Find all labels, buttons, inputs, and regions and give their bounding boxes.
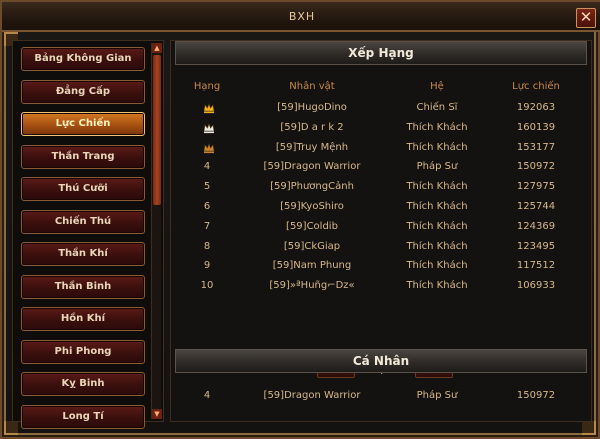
rank-cell: 6 [203,201,211,212]
table-row[interactable]: 5 [59]PhươngCảnh Thích Khách 127975 [177,178,585,197]
table-row[interactable]: 8 [59]CkGiap Thích Khách 123495 [177,238,585,257]
rank-cell: 4 [203,161,211,173]
power-cell: 117512 [516,260,556,272]
power-cell: 125744 [516,201,556,212]
name-cell: [59]Truy Mệnh [275,141,349,153]
name-cell: [59]Dragon Warrior [263,161,361,173]
column-header-name: Nhân vật [289,81,335,92]
frame-corner-bottom-right [582,421,596,435]
power-cell: 106933 [516,280,556,292]
personal-rank: 4 [203,390,211,401]
ranking-window: BXH ✕ Bảng Không Gian Đẳng Cấp Lực Chiến Th… [0,0,600,439]
title-bar[interactable]: BXH ✕ [2,2,600,32]
table-row[interactable]: 7 [59]Coldib Thích Khách 124369 [177,218,585,237]
class-cell: Thích Khách [406,141,468,153]
class-cell: Thích Khách [406,201,468,212]
power-cell: 150972 [516,161,556,173]
sidebar-item-8[interactable]: Hồn Khí [21,307,145,331]
sidebar-item-4[interactable]: Thú Cưỡi [21,177,145,201]
personal-power: 150972 [516,390,556,401]
rank-cell: 5 [203,181,211,193]
power-cell: 153177 [516,141,556,153]
personal-rank-row: 4 [59]Dragon Warrior Pháp Sư 150972 [177,387,585,406]
personal-name: [59]Dragon Warrior [263,390,361,401]
name-cell: [59]»ªHuñg⌐Dz« [269,280,355,292]
power-cell: 192063 [516,102,556,113]
sidebar-scrollbar[interactable]: ▲ ▼ [151,43,162,419]
sidebar-item-10[interactable]: Kỵ Binh [21,372,145,396]
name-cell: [59]Coldib [286,220,338,232]
personal-section-title: Cá Nhân [175,349,587,373]
sidebar-item-9[interactable]: Phi Phong [21,339,145,364]
scroll-down-arrow-icon[interactable]: ▼ [152,409,162,419]
window-title: BXH [288,10,316,23]
ranking-section-title: Xếp Hạng [175,41,587,65]
rank-cell: 7 [203,220,211,232]
power-cell: 124369 [516,220,556,232]
category-sidebar: Bảng Không Gian Đẳng Cấp Lực Chiến Thần Tra… [12,40,164,429]
table-row[interactable]: 6 [59]KyoShiro Thích Khách 125744 [177,198,585,217]
sidebar-item-6[interactable]: Thần Khí [21,242,145,266]
class-cell: Thích Khách [406,260,468,272]
sidebar-item-2[interactable]: Lực Chiến [21,112,145,136]
power-cell: 160139 [516,121,556,133]
bronze-crown-icon [203,142,215,153]
column-header-rank: Hạng [193,81,221,92]
class-cell: Pháp Sư [416,161,458,173]
power-cell: 123495 [516,240,556,252]
name-cell: [59]PhươngCảnh [270,181,354,193]
table-row[interactable]: [59]D a r k 2 Thích Khách 160139 [177,119,585,138]
table-row[interactable]: [59]HugoDino Chiến Sĩ 192063 [177,99,585,118]
name-cell: [59]HugoDino [277,102,347,113]
class-cell: Thích Khách [406,121,468,133]
gold-crown-icon [203,103,215,114]
main-panel: Xếp Hạng Hạng Nhân vật Hệ Lực chiến [59]… [170,40,592,422]
table-row[interactable]: [59]Truy Mệnh Thích Khách 153177 [177,139,585,158]
scroll-thumb[interactable] [153,55,161,205]
sidebar-item-11[interactable]: Long Tí [21,404,145,429]
class-cell: Thích Khách [406,240,468,252]
sidebar-item-1[interactable]: Đẳng Cấp [21,79,145,104]
sidebar-item-7[interactable]: Thần Binh [21,274,145,299]
table-row[interactable]: 4 [59]Dragon Warrior Pháp Sư 150972 [177,158,585,177]
column-header-power: Lực chiến [512,81,560,92]
rank-cell: 10 [200,280,214,292]
personal-class: Pháp Sư [416,390,458,401]
sidebar-item-0[interactable]: Bảng Không Gian [21,47,145,71]
class-cell: Thích Khách [406,220,468,232]
close-button[interactable]: ✕ [576,8,596,28]
name-cell: [59]D a r k 2 [280,121,344,133]
scroll-up-arrow-icon[interactable]: ▲ [152,43,162,53]
class-cell: Thích Khách [406,280,468,292]
table-row[interactable]: 9 [59]Nam Phung Thích Khách 117512 [177,257,585,276]
column-header-class: Hệ [430,81,444,92]
name-cell: [59]Nam Phung [272,260,352,272]
power-cell: 127975 [516,181,556,193]
rank-cell: 9 [203,260,211,272]
silver-crown-icon [203,122,215,133]
rank-cell: 8 [203,240,211,252]
name-cell: [59]KyoShiro [280,201,344,212]
class-cell: Chiến Sĩ [416,102,458,113]
frame-corner-bottom-left [4,421,18,435]
sidebar-item-5[interactable]: Chiến Thú [21,209,145,234]
table-row[interactable]: 10 [59]»ªHuñg⌐Dz« Thích Khách 106933 [177,277,585,296]
sidebar-item-3[interactable]: Thần Trang [21,144,145,169]
name-cell: [59]CkGiap [283,240,341,252]
class-cell: Thích Khách [406,181,468,193]
